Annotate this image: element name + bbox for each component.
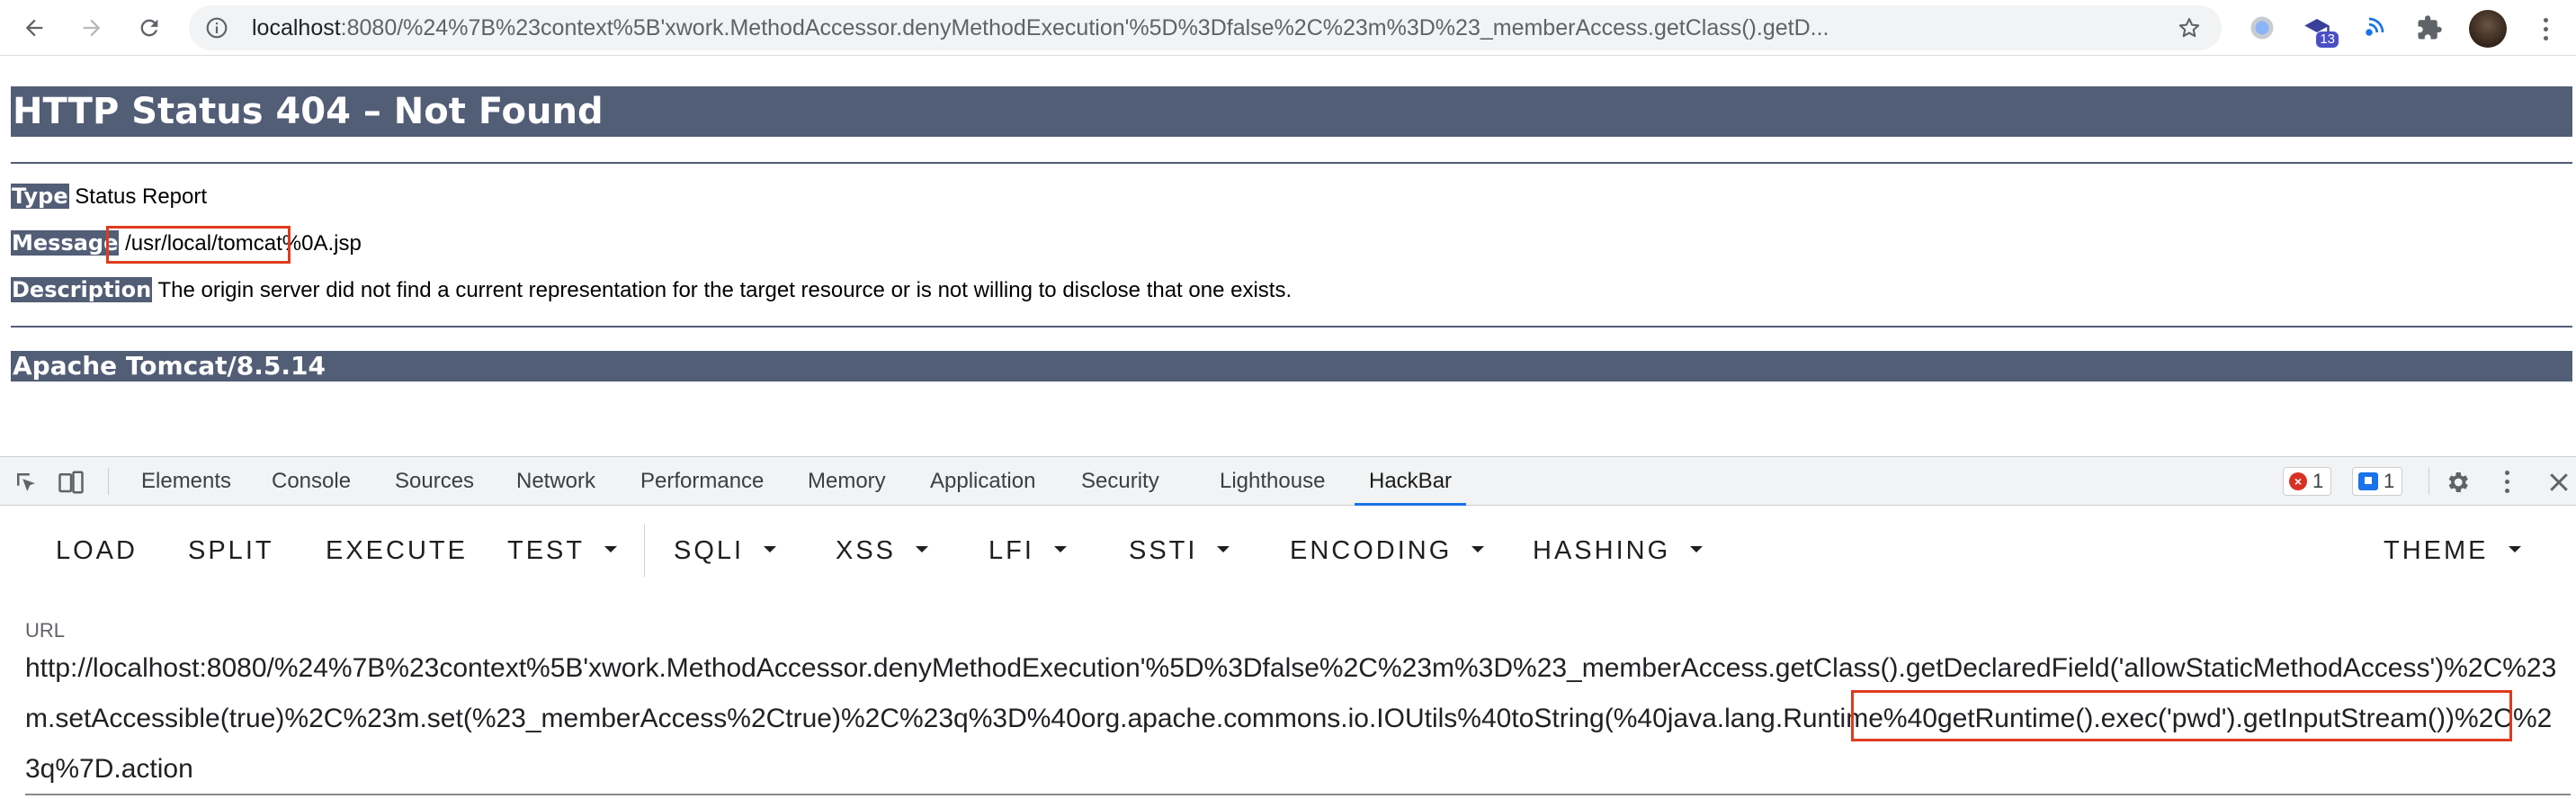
tab-performance[interactable]: Performance (640, 457, 764, 506)
forward-button[interactable] (74, 10, 110, 46)
load-label: LOAD (56, 536, 138, 565)
profile-avatar[interactable] (2469, 10, 2507, 48)
back-button[interactable] (16, 10, 52, 46)
message-highlight-box (106, 226, 291, 264)
caret-down-icon (604, 545, 618, 552)
ssti-label: SSTI (1129, 536, 1198, 565)
url-path: :8080/%24%7B%23context%5B'xwork.MethodAc… (340, 15, 1829, 40)
message-count: 1 (2384, 470, 2395, 492)
sqli-label: SQLI (674, 536, 745, 565)
url-field-underline (25, 794, 2571, 795)
hashing-label: HASHING (1533, 536, 1671, 565)
separator (108, 468, 109, 495)
extension-wave-icon[interactable] (2357, 12, 2390, 44)
address-bar[interactable]: localhost:8080/%24%7B%23context%5B'xwork… (189, 5, 2222, 50)
type-row: Type Status Report (11, 182, 207, 211)
error-count: 1 (2312, 470, 2324, 492)
browser-toolbar: localhost:8080/%24%7B%23context%5B'xwork… (0, 0, 2576, 56)
encoding-dropdown[interactable]: ENCODING (1290, 507, 1485, 595)
tomcat-error-page: HTTP Status 404 – Not Found Type Status … (0, 56, 2576, 456)
caret-down-icon (2508, 545, 2521, 552)
reload-button[interactable] (131, 10, 167, 46)
type-value: Status Report (75, 184, 208, 209)
lfi-label: LFI (988, 536, 1034, 565)
gear-icon[interactable] (2444, 469, 2471, 496)
caret-down-icon (1217, 545, 1230, 552)
browser-menu-icon[interactable] (2532, 11, 2559, 47)
tab-application[interactable]: Application (930, 457, 1035, 506)
test-dropdown[interactable]: TEST (507, 507, 618, 595)
arrow-left-icon (25, 19, 43, 37)
page-title: HTTP Status 404 – Not Found (11, 86, 2572, 137)
address-text: localhost:8080/%24%7B%23context%5B'xwork… (252, 5, 2321, 50)
info-icon[interactable] (205, 16, 228, 40)
caret-down-icon (1053, 545, 1067, 552)
message-count-badge[interactable]: 1 (2352, 467, 2403, 496)
caret-down-icon (1690, 545, 1704, 552)
theme-label: THEME (2384, 536, 2489, 565)
sqli-dropdown[interactable]: SQLI (674, 507, 777, 595)
split-label: SPLIT (188, 536, 274, 565)
description-label: Description (11, 277, 153, 302)
tab-console[interactable]: Console (272, 457, 351, 506)
extension-circle-icon[interactable] (2246, 12, 2278, 44)
tab-network[interactable]: Network (516, 457, 595, 506)
close-icon[interactable] (2545, 469, 2572, 496)
divider (11, 326, 2572, 328)
tab-elements[interactable]: Elements (141, 457, 231, 506)
hackbar-toolbar: LOAD SPLIT EXECUTE TEST SQLI XSS LFI SST… (0, 507, 2576, 595)
tab-sources[interactable]: Sources (395, 457, 474, 506)
url-host: localhost (252, 15, 341, 40)
execute-button[interactable]: EXECUTE (326, 507, 468, 595)
reload-icon (140, 19, 158, 37)
devtools-menu-icon[interactable] (2493, 463, 2520, 499)
type-label: Type (11, 184, 69, 209)
server-footer: Apache Tomcat/8.5.14 (11, 351, 2572, 382)
error-count-badge[interactable]: × 1 (2283, 467, 2332, 496)
separator (2428, 468, 2429, 495)
divider (11, 162, 2572, 164)
xss-dropdown[interactable]: XSS (836, 507, 929, 595)
execute-label: EXECUTE (326, 536, 468, 565)
hashing-dropdown[interactable]: HASHING (1533, 507, 1704, 595)
arrow-right-icon (83, 19, 101, 37)
encoding-label: ENCODING (1290, 536, 1453, 565)
tab-security[interactable]: Security (1081, 457, 1159, 506)
separator (644, 525, 645, 577)
extension-badge: 13 (2316, 31, 2339, 48)
message-label: Message (11, 230, 120, 256)
tab-memory[interactable]: Memory (808, 457, 886, 506)
device-toolbar-icon[interactable] (58, 469, 85, 496)
caret-down-icon (1471, 545, 1485, 552)
caret-down-icon (916, 545, 929, 552)
payload-highlight-box (1851, 690, 2512, 741)
theme-dropdown[interactable]: THEME (2384, 507, 2521, 595)
test-label: TEST (507, 536, 586, 565)
extensions-puzzle-icon[interactable] (2413, 12, 2446, 44)
bookmark-star-icon[interactable] (2177, 15, 2202, 40)
description-value: The origin server did not find a current… (157, 278, 1292, 302)
error-icon: × (2289, 472, 2307, 490)
inspect-element-icon[interactable] (13, 469, 40, 496)
load-button[interactable]: LOAD (56, 507, 138, 595)
xss-label: XSS (836, 536, 897, 565)
devtools-tab-bar: Elements Console Sources Network Perform… (0, 457, 2576, 506)
description-row: Description The origin server did not fi… (11, 275, 1292, 305)
devtools-panel: Elements Console Sources Network Perform… (0, 456, 2576, 799)
caret-down-icon (764, 545, 777, 552)
ssti-dropdown[interactable]: SSTI (1129, 507, 1230, 595)
split-button[interactable]: SPLIT (188, 507, 274, 595)
lfi-dropdown[interactable]: LFI (988, 507, 1067, 595)
tab-lighthouse[interactable]: Lighthouse (1220, 457, 1325, 506)
tab-hackbar[interactable]: HackBar (1354, 457, 1467, 506)
message-icon (2358, 472, 2378, 490)
url-field-label: URL (25, 619, 66, 642)
extension-graduation-icon[interactable]: 13 (2301, 12, 2339, 48)
